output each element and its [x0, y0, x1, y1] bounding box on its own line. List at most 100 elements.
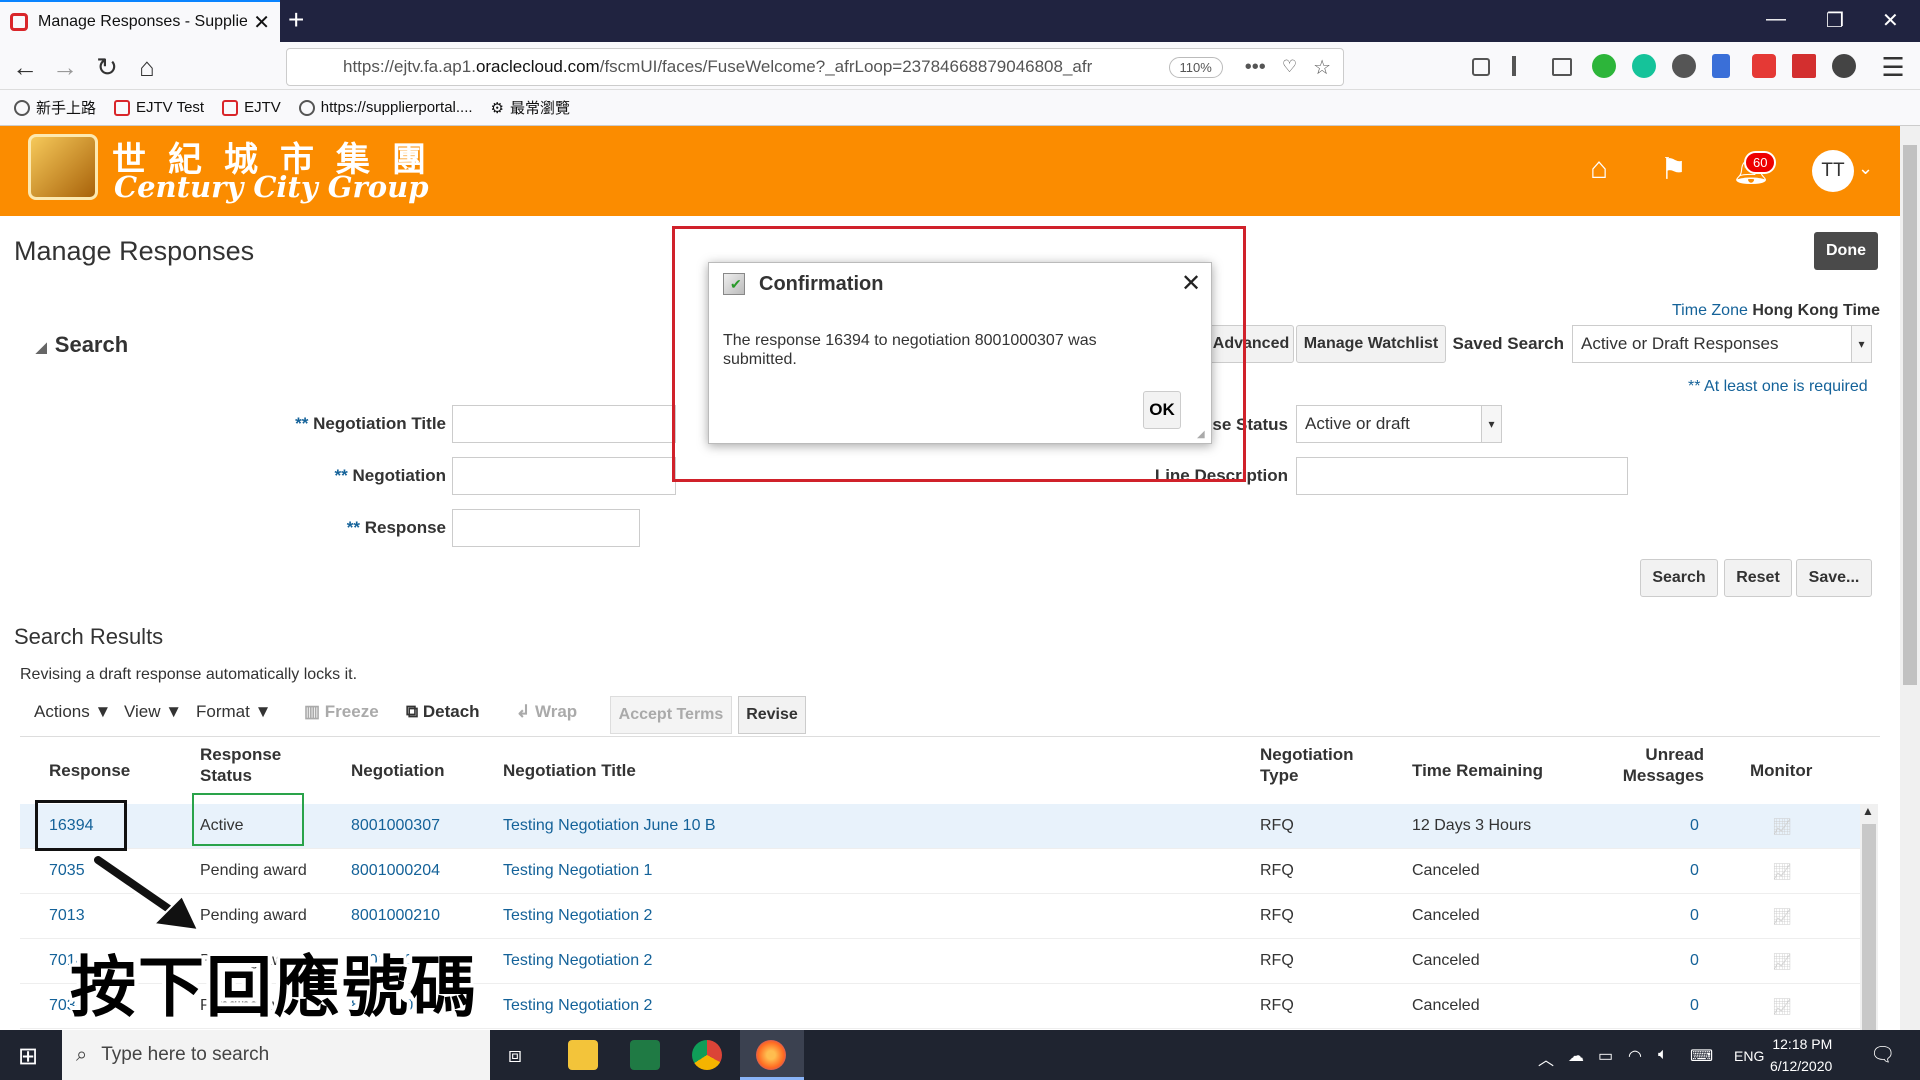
library-icon[interactable] [1512, 56, 1516, 76]
bookmark-item[interactable]: EJTV [222, 99, 281, 116]
response-input[interactable] [452, 509, 640, 547]
revise-button[interactable]: Revise [738, 696, 806, 734]
volume-icon[interactable]: 🔈︎ [1658, 1046, 1668, 1064]
unread-messages-link[interactable]: 0 [1690, 862, 1699, 880]
monitor-chart-icon[interactable]: 📈︎ [1772, 817, 1792, 837]
file-explorer-icon[interactable] [568, 1040, 598, 1070]
collapse-triangle-icon[interactable]: ◢ [36, 339, 47, 355]
table-row[interactable]: 7013 Pending award 8001000210 Testing Ne… [20, 894, 1860, 939]
negotiation-title-link[interactable]: Testing Negotiation 2 [503, 952, 652, 970]
response-link[interactable]: 7035 [49, 862, 85, 880]
negotiation-title-link[interactable]: Testing Negotiation June 10 B [503, 817, 716, 835]
unread-messages-link[interactable]: 0 [1690, 997, 1699, 1015]
home-icon[interactable]: ⌂ [1590, 152, 1608, 186]
resize-grip-icon[interactable]: ◢ [1197, 429, 1205, 440]
actions-menu[interactable]: Actions ▼ [34, 702, 111, 722]
window-close-icon[interactable]: ✕ [1882, 8, 1899, 33]
negotiation-title-link[interactable]: Testing Negotiation 2 [503, 997, 652, 1015]
monitor-chart-icon[interactable]: 📈︎ [1772, 862, 1792, 882]
ok-button[interactable]: OK [1143, 391, 1181, 429]
search-button[interactable]: Search [1640, 559, 1718, 597]
chevron-down-icon[interactable]: ⌄ [1858, 158, 1873, 179]
shield-extension-icon[interactable] [1752, 54, 1776, 78]
extension-puzzle-icon[interactable] [1832, 54, 1856, 78]
notification-center-icon[interactable]: 🗨︎ [1870, 1042, 1895, 1067]
bookmark-item[interactable]: EJTV Test [114, 99, 204, 116]
bookmarks-icon[interactable] [1472, 58, 1490, 76]
pocket-icon[interactable]: ♡ [1282, 57, 1297, 77]
negotiation-link[interactable]: 8001000204 [351, 862, 440, 880]
column-header[interactable]: Negotiation [351, 760, 445, 781]
url-bar[interactable]: https://ejtv.fa.ap1.oraclecloud.com/fscm… [286, 48, 1344, 86]
sidebar-icon[interactable] [1552, 58, 1572, 76]
pdf-extension-icon[interactable] [1792, 54, 1816, 78]
extension-bookmark-icon[interactable] [1712, 54, 1730, 78]
account-icon[interactable] [1672, 54, 1696, 78]
unread-messages-link[interactable]: 0 [1690, 817, 1699, 835]
saved-search-select[interactable]: Active or Draft Responses ▾ [1572, 325, 1872, 363]
minimize-icon[interactable]: — [1766, 8, 1786, 31]
column-header[interactable]: Negotiation Title [503, 760, 636, 781]
manage-watchlist-button[interactable]: Manage Watchlist [1296, 325, 1446, 363]
column-header[interactable]: Time Remaining [1412, 760, 1543, 781]
format-menu[interactable]: Format ▼ [196, 702, 271, 722]
negotiation-title-link[interactable]: Testing Negotiation 2 [503, 907, 652, 925]
done-button[interactable]: Done [1814, 232, 1878, 270]
bookmark-star-icon[interactable]: ☆ [1313, 55, 1331, 80]
wifi-icon[interactable]: ◠ [1628, 1046, 1642, 1066]
taskbar-clock[interactable]: 12:18 PM 6/12/2020 [1770, 1033, 1832, 1077]
column-header[interactable]: Negotiation Type [1260, 744, 1370, 786]
bookmark-item[interactable]: 新手上路 [14, 97, 96, 118]
negotiation-title-input[interactable] [452, 405, 676, 443]
response-link[interactable]: 7013 [49, 907, 85, 925]
flag-icon[interactable]: ⚑ [1660, 152, 1687, 187]
extension-check-icon[interactable] [1592, 54, 1616, 78]
search-section-heading[interactable]: ◢ Search [36, 332, 128, 358]
reload-icon[interactable]: ↻ [90, 52, 124, 83]
column-header[interactable]: Unread Messages [1594, 744, 1704, 786]
chevron-up-icon[interactable]: ︿ [1538, 1046, 1554, 1070]
monitor-chart-icon[interactable]: 📈︎ [1772, 907, 1792, 927]
view-menu[interactable]: View ▼ [124, 702, 182, 722]
battery-icon[interactable]: ▭ [1598, 1046, 1613, 1066]
unread-messages-link[interactable]: 0 [1690, 952, 1699, 970]
negotiation-link[interactable]: 8001000307 [351, 817, 440, 835]
taskbar-search-box[interactable]: ⌕ Type here to search [62, 1030, 490, 1080]
negotiation-title-link[interactable]: Testing Negotiation 1 [503, 862, 652, 880]
response-status-select[interactable]: Active or draft ▾ [1296, 405, 1502, 443]
column-header[interactable]: Response Status [200, 744, 310, 786]
freeze-button[interactable]: ▥ Freeze [304, 702, 379, 722]
column-header[interactable]: Monitor [1750, 760, 1812, 781]
task-view-icon[interactable]: ⧈ [508, 1042, 522, 1068]
monitor-chart-icon[interactable]: 📈︎ [1772, 952, 1792, 972]
bookmark-item[interactable]: ⚙ 最常瀏覽 [491, 97, 570, 118]
save-button[interactable]: Save... [1796, 559, 1872, 597]
column-header[interactable]: Response [49, 760, 130, 781]
line-description-input[interactable] [1296, 457, 1628, 495]
zoom-level[interactable]: 110% [1168, 56, 1223, 78]
reset-button[interactable]: Reset [1724, 559, 1792, 597]
onedrive-icon[interactable]: ☁ [1568, 1046, 1584, 1066]
user-avatar[interactable]: TT [1812, 150, 1854, 192]
tab-close-icon[interactable]: ✕ [253, 10, 270, 35]
windows-start-icon[interactable]: ⊞ [18, 1042, 38, 1071]
language-indicator[interactable]: ENG [1734, 1048, 1764, 1064]
grammarly-icon[interactable] [1632, 54, 1656, 78]
negotiation-link[interactable]: 8001000210 [351, 907, 440, 925]
keyboard-icon[interactable]: ⌨ [1690, 1046, 1713, 1066]
negotiation-input[interactable] [452, 457, 676, 495]
restore-icon[interactable]: ❐ [1826, 8, 1844, 33]
unread-messages-link[interactable]: 0 [1690, 907, 1699, 925]
accept-terms-button[interactable]: Accept Terms [610, 696, 732, 734]
detach-button[interactable]: ⧉ Detach [406, 702, 480, 722]
table-scrollbar-thumb[interactable] [1862, 824, 1876, 1030]
scroll-up-icon[interactable]: ▲ [1862, 804, 1874, 818]
wrap-button[interactable]: ↲ Wrap [516, 702, 577, 722]
monitor-chart-icon[interactable]: 📈︎ [1772, 997, 1792, 1017]
firefox-icon[interactable] [756, 1040, 786, 1070]
excel-icon[interactable] [630, 1040, 660, 1070]
chrome-icon[interactable] [692, 1040, 722, 1070]
page-scrollbar-thumb[interactable] [1903, 145, 1917, 685]
table-row[interactable]: 7035 Pending award 8001000204 Testing Ne… [20, 849, 1860, 894]
back-icon[interactable]: ← [8, 52, 42, 83]
